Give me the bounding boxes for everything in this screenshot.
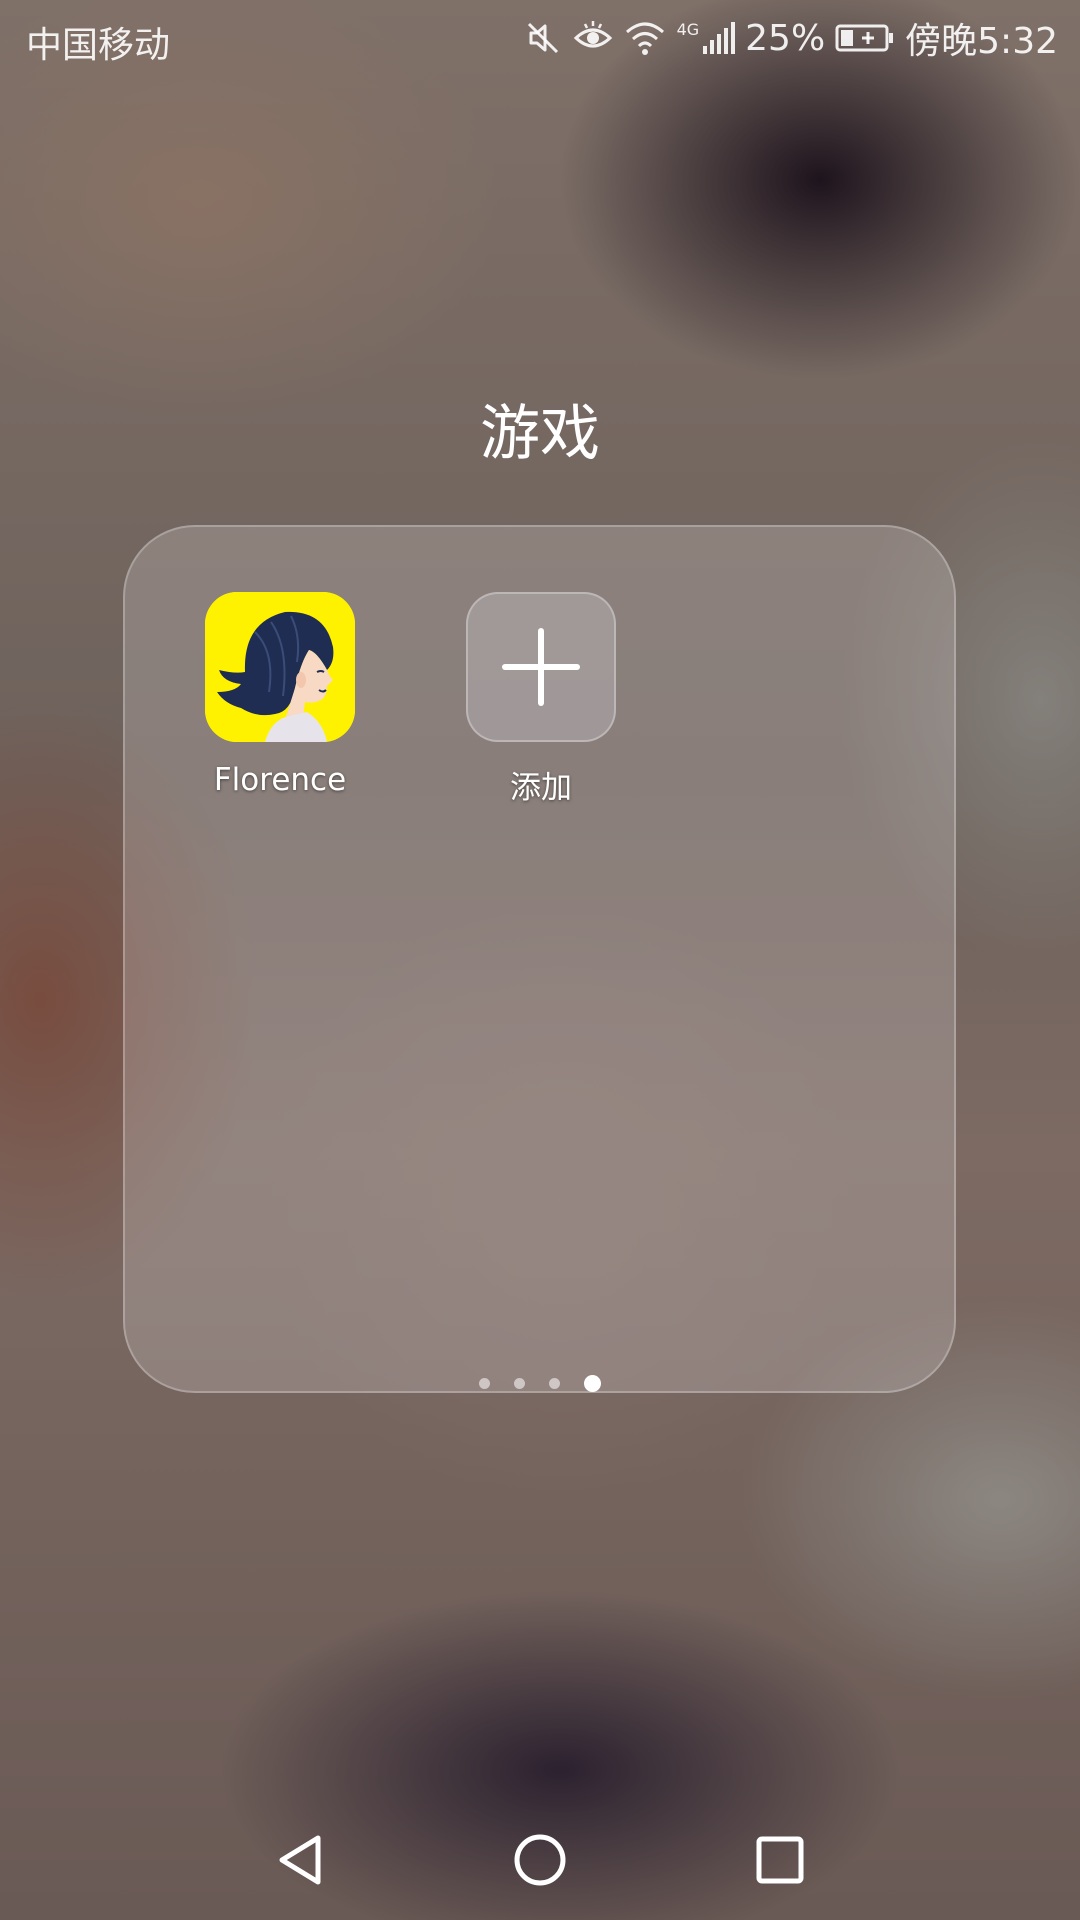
page-dot[interactable]: [548, 1378, 560, 1389]
florence-app-icon[interactable]: [205, 592, 355, 742]
carrier-name: 中国移动: [26, 25, 171, 66]
wifi-icon: [625, 22, 664, 55]
mute-icon: [527, 22, 558, 54]
network-type-label: 4G: [676, 20, 700, 39]
app-florence[interactable]: Florence: [180, 592, 380, 798]
page-indicator[interactable]: [125, 1375, 954, 1392]
back-icon: [279, 1835, 321, 1885]
battery-percent: 25%: [745, 17, 826, 59]
recents-icon: [756, 1836, 804, 1884]
home-button[interactable]: [508, 1828, 572, 1892]
folder-title[interactable]: 游戏: [0, 385, 1080, 472]
home-screen: 中国移动 4G 25% 傍晚5:32 游戏 Florence 添加: [0, 0, 1080, 1920]
recents-button[interactable]: [748, 1828, 812, 1892]
signal-icon: [703, 22, 736, 54]
home-icon: [514, 1834, 566, 1886]
back-button[interactable]: [268, 1828, 332, 1892]
page-dot[interactable]: [513, 1378, 525, 1389]
app-label: Florence: [213, 762, 347, 798]
plus-icon: [502, 628, 580, 706]
folder-panel: Florence 添加: [123, 525, 956, 1393]
app-label: 添加: [510, 770, 572, 806]
navigation-bar: [0, 1800, 1080, 1920]
status-bar: 中国移动 4G 25% 傍晚5:32: [0, 0, 1080, 75]
add-app-button[interactable]: [466, 592, 616, 742]
status-indicators: 4G 25% 傍晚5:32: [523, 12, 1058, 64]
page-dot-active[interactable]: [583, 1375, 601, 1392]
page-dot[interactable]: [478, 1378, 490, 1389]
eye-comfort-icon: [573, 21, 612, 48]
battery-charging-icon: [835, 24, 894, 52]
clock: 傍晚5:32: [905, 21, 1058, 62]
app-add[interactable]: 添加: [441, 592, 641, 807]
